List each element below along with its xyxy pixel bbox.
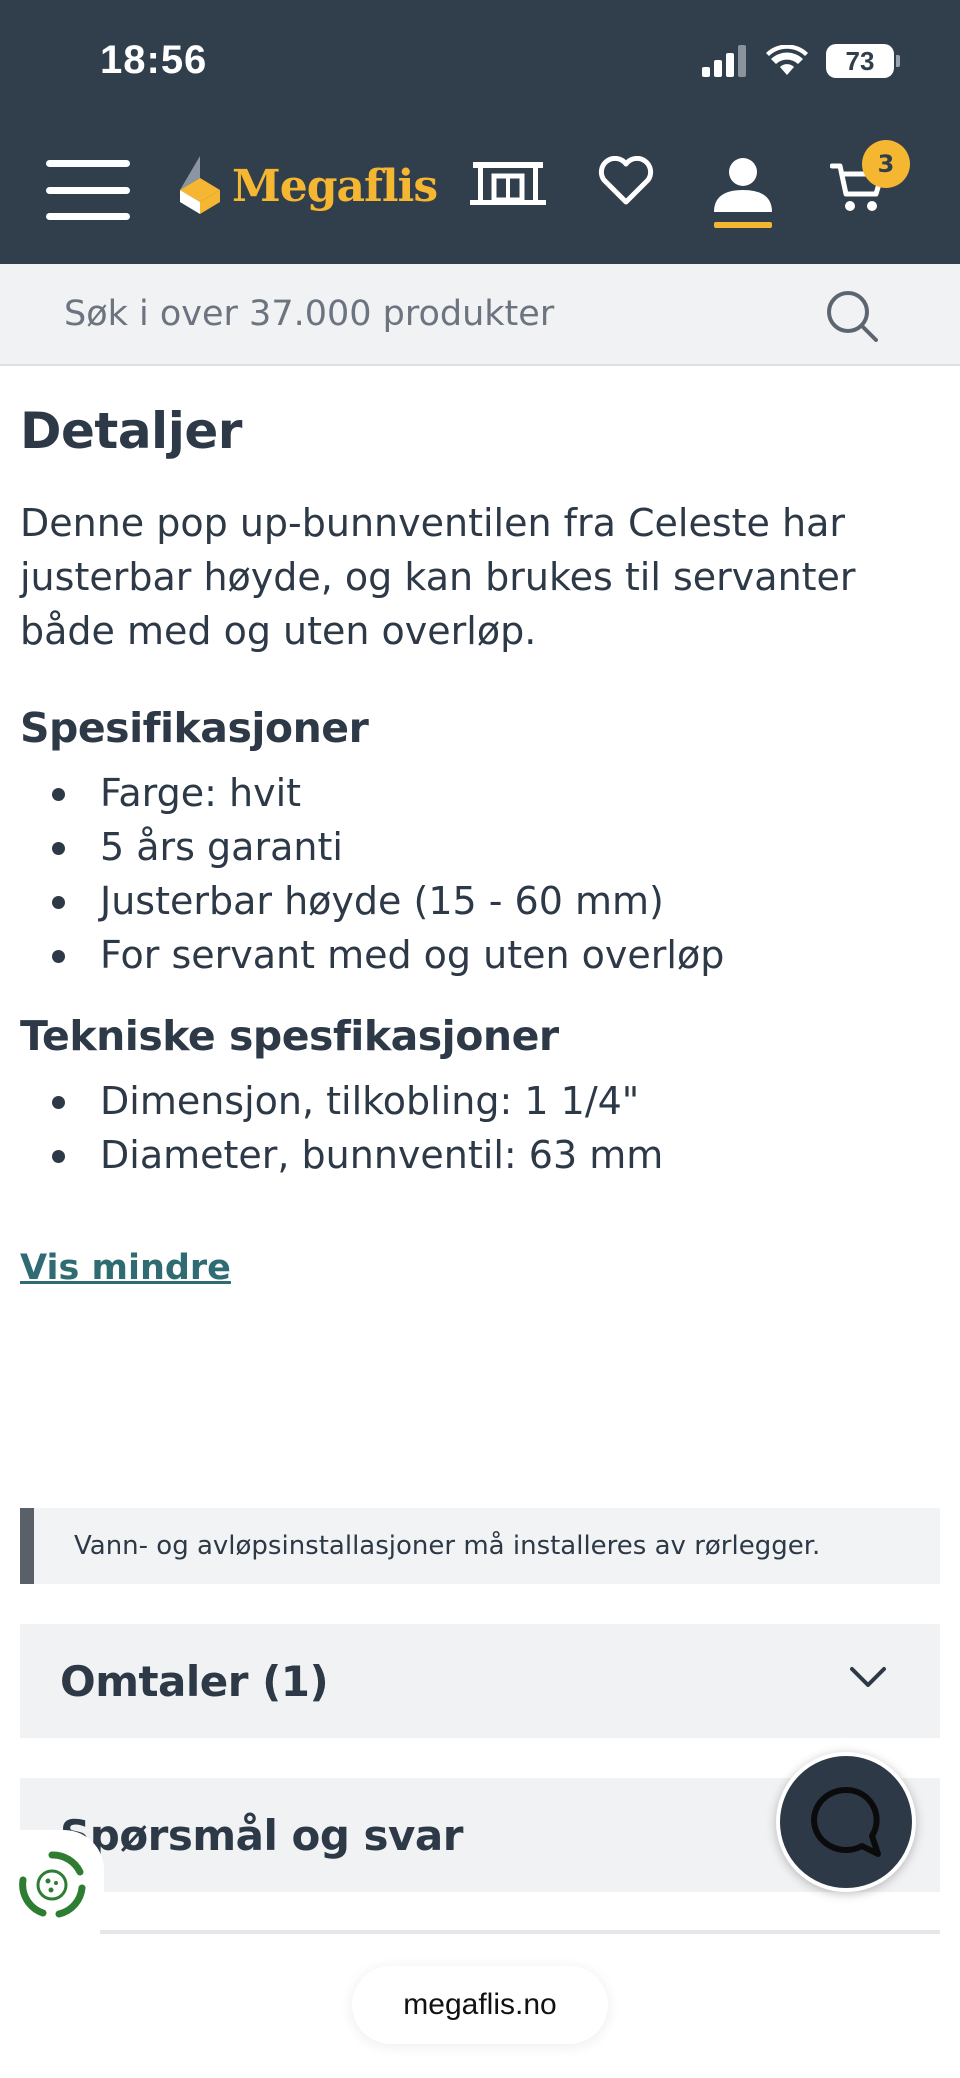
cookie-settings-button[interactable] xyxy=(0,1830,104,1940)
site-header: 18:56 73 Megaflis xyxy=(0,0,960,264)
search-input[interactable] xyxy=(20,264,800,364)
chat-button[interactable] xyxy=(776,1752,916,1892)
tech-specs-list: Dimensjon, tilkobling: 1 1/4" Diameter, … xyxy=(20,1074,940,1182)
logo-mark-icon xyxy=(180,156,220,214)
signal-icon xyxy=(702,45,746,77)
reviews-accordion[interactable]: Omtaler (1) xyxy=(20,1624,940,1738)
menu-icon-bar xyxy=(46,186,130,194)
browser-url-text: megaflis.no xyxy=(403,1988,557,2021)
chevron-down-icon xyxy=(850,1667,886,1687)
tech-spec-item: Dimensjon, tilkobling: 1 1/4" xyxy=(20,1074,940,1128)
menu-button[interactable] xyxy=(46,160,130,220)
product-details: Detaljer Denne pop up-bunnventilen fra C… xyxy=(20,366,940,1288)
browser-url-bar[interactable]: megaflis.no xyxy=(352,1966,608,2044)
details-title: Detaljer xyxy=(20,402,242,460)
showroom-icon[interactable] xyxy=(470,156,546,210)
reviews-accordion-label: Omtaler (1) xyxy=(60,1656,329,1706)
search-bar xyxy=(0,264,960,366)
heart-icon[interactable] xyxy=(598,156,654,206)
show-less-link[interactable]: Vis mindre xyxy=(20,1248,231,1288)
tech-specs-title: Tekniske spesfikasjoner xyxy=(20,1012,559,1060)
cart-count-badge: 3 xyxy=(862,140,910,188)
wifi-icon xyxy=(766,45,808,75)
main-nav: Megaflis xyxy=(0,150,960,230)
cookie-icon xyxy=(19,1851,86,1918)
divider xyxy=(100,1930,940,1934)
spec-item: For servant med og uten overløp xyxy=(20,928,940,982)
search-icon[interactable] xyxy=(824,288,880,344)
logo-text: Megaflis xyxy=(232,160,438,212)
details-description: Denne pop up-bunnventilen fra Celeste ha… xyxy=(20,501,856,653)
spec-item: 5 års garanti xyxy=(20,820,940,874)
specs-title: Spesifikasjoner xyxy=(20,704,369,752)
status-icons: 73 xyxy=(702,44,900,78)
spec-item: Farge: hvit xyxy=(20,766,940,820)
notice-text: Vann- og avløpsinstallasjoner må install… xyxy=(74,1531,821,1561)
chat-bubble-icon xyxy=(811,1786,881,1857)
status-time: 18:56 xyxy=(100,38,208,82)
menu-icon-bar xyxy=(46,160,130,167)
installation-notice: Vann- og avløpsinstallasjoner må install… xyxy=(20,1508,940,1584)
menu-icon-bar xyxy=(46,213,130,220)
qa-accordion-label: Spørsmål og svar xyxy=(60,1810,463,1860)
tech-spec-item: Diameter, bunnventil: 63 mm xyxy=(20,1128,940,1182)
specs-list: Farge: hvit 5 års garanti Justerbar høyd… xyxy=(20,766,940,982)
spec-item: Justerbar høyde (15 - 60 mm) xyxy=(20,874,940,928)
logo[interactable]: Megaflis xyxy=(176,156,438,216)
battery-indicator: 73 xyxy=(826,44,900,78)
account-icon[interactable] xyxy=(712,156,774,230)
